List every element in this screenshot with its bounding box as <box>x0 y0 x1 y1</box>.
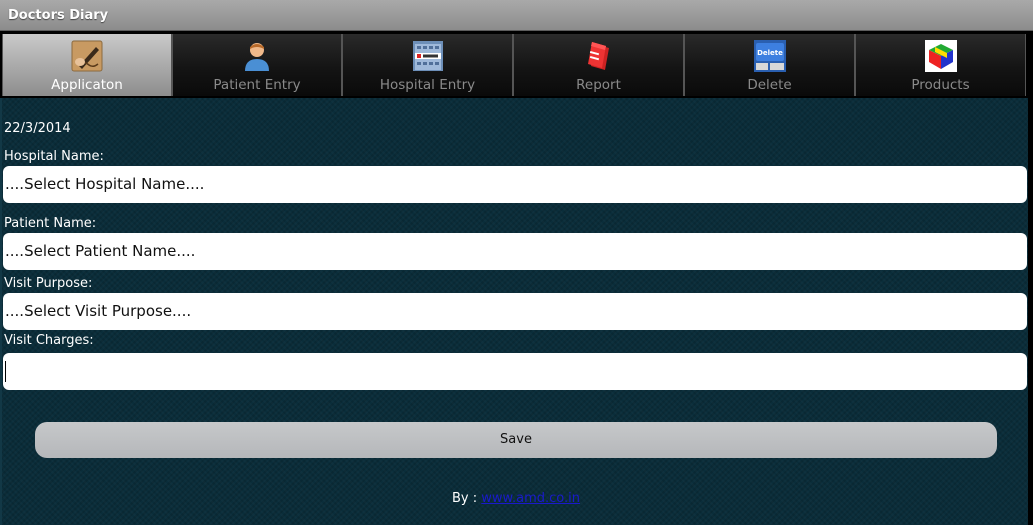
tab-application-label: Applicaton <box>51 77 123 93</box>
tab-products[interactable]: Products <box>855 34 1026 96</box>
products-cube-icon <box>924 40 957 72</box>
tab-patient-entry-label: Patient Entry <box>213 77 301 93</box>
text-cursor <box>5 361 6 382</box>
report-books-icon <box>587 42 609 70</box>
tab-strip: Applicaton Patient Entry Hospital Entry <box>0 31 1033 98</box>
tab-patient-entry[interactable]: Patient Entry <box>172 34 342 96</box>
hospital-name-select[interactable]: ....Select Hospital Name.... <box>3 166 1027 203</box>
current-date: 22/3/2014 <box>4 121 71 136</box>
right-edge <box>1028 98 1033 525</box>
title-bar: Doctors Diary <box>0 0 1033 31</box>
visit-charges-input[interactable] <box>3 353 1027 390</box>
tab-hospital-entry[interactable]: Hospital Entry <box>342 34 513 96</box>
patient-name-label: Patient Name: <box>4 216 97 231</box>
visit-purpose-label: Visit Purpose: <box>4 276 93 291</box>
patient-name-select[interactable]: ....Select Patient Name.... <box>3 233 1027 270</box>
visit-purpose-select[interactable]: ....Select Visit Purpose.... <box>3 293 1027 330</box>
tab-report-label: Report <box>576 77 621 93</box>
tab-hospital-entry-label: Hospital Entry <box>379 77 476 93</box>
footer-credit: By : www.amd.co.in <box>2 491 1030 506</box>
tab-products-label: Products <box>911 77 970 93</box>
footer-link[interactable]: www.amd.co.in <box>481 491 580 506</box>
form-area: 22/3/2014 Hospital Name: ....Select Hosp… <box>0 98 1028 525</box>
svg-text:Delete: Delete <box>757 49 783 57</box>
save-button[interactable]: Save <box>35 422 997 458</box>
tab-application[interactable]: Applicaton <box>2 34 172 96</box>
visit-purpose-value: ....Select Visit Purpose.... <box>5 302 192 320</box>
patient-name-value: ....Select Patient Name.... <box>5 242 196 260</box>
app-title: Doctors Diary <box>8 8 109 23</box>
hospital-building-icon <box>412 41 443 71</box>
hospital-name-value: ....Select Hospital Name.... <box>5 175 205 193</box>
delete-key-icon: Delete <box>753 40 786 72</box>
footer-prefix: By : <box>452 491 482 506</box>
tab-report[interactable]: Report <box>513 34 684 96</box>
pen-writing-icon <box>71 40 103 72</box>
hospital-name-label: Hospital Name: <box>4 149 104 164</box>
tab-delete[interactable]: Delete Delete <box>684 34 855 96</box>
visit-charges-label: Visit Charges: <box>4 333 94 348</box>
tab-delete-label: Delete <box>747 77 792 93</box>
person-icon <box>245 43 269 71</box>
